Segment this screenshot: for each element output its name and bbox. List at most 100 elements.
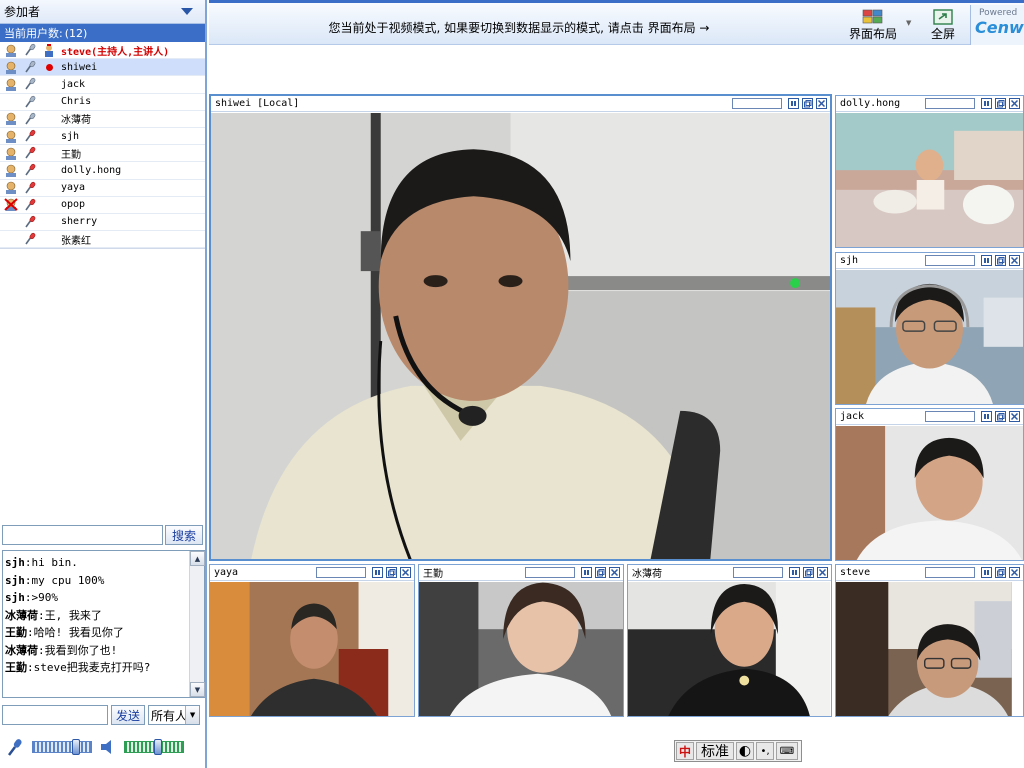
video-window-sjh[interactable]: sjh	[835, 252, 1024, 405]
user-row-4[interactable]: 冰薄荷	[0, 111, 205, 128]
restore-icon[interactable]	[995, 98, 1006, 109]
close-icon[interactable]	[816, 98, 827, 109]
minimize-icon[interactable]	[788, 98, 799, 109]
video-window-wangqin[interactable]: 王勤	[418, 564, 624, 717]
close-icon[interactable]	[1009, 567, 1020, 578]
webcam-icon[interactable]	[3, 43, 19, 57]
webcam-icon[interactable]	[3, 163, 19, 177]
video-titlebar[interactable]: 冰薄荷	[628, 565, 831, 581]
restore-icon[interactable]	[803, 567, 814, 578]
microphone-icon[interactable]	[22, 43, 38, 57]
minimize-icon[interactable]	[981, 567, 992, 578]
video-titlebar[interactable]: 王勤	[419, 565, 623, 581]
webcam-icon[interactable]	[3, 215, 19, 229]
chat-scrollbar[interactable]: ▲ ▼	[189, 551, 205, 697]
chevron-down-icon[interactable]: ▼	[906, 19, 911, 27]
microphone-icon[interactable]	[6, 737, 26, 757]
user-row-0[interactable]: steve(主持人,主讲人)	[0, 42, 205, 60]
layout-button[interactable]: 界面布局	[849, 9, 897, 42]
punctuation-icon[interactable]: •‚	[756, 742, 774, 760]
video-window-yaya[interactable]: yaya	[209, 564, 415, 717]
microphone-icon[interactable]	[22, 95, 38, 109]
search-input[interactable]	[2, 525, 163, 545]
microphone-icon[interactable]	[22, 129, 38, 143]
microphone-icon[interactable]	[22, 112, 38, 126]
microphone-icon[interactable]	[22, 198, 38, 212]
chevron-down-icon[interactable]	[181, 8, 193, 15]
close-icon[interactable]	[817, 567, 828, 578]
minimize-icon[interactable]	[981, 411, 992, 422]
minimize-icon[interactable]	[372, 567, 383, 578]
microphone-icon[interactable]	[22, 146, 38, 160]
user-row-11[interactable]: 张素红	[0, 231, 205, 249]
chat-input[interactable]	[2, 705, 108, 725]
user-row-7[interactable]: dolly.hong	[0, 162, 205, 180]
video-window-main[interactable]: shiwei [Local]	[209, 94, 832, 561]
user-row-8[interactable]: yaya	[0, 180, 205, 197]
user-row-5[interactable]: sjh	[0, 128, 205, 146]
user-row-9[interactable]: opop	[0, 197, 205, 214]
chat-log[interactable]: sjh:hi bin. sjh:my cpu 100% sjh:>90% 冰薄荷:王,…	[2, 550, 205, 698]
webcam-icon[interactable]	[3, 129, 19, 143]
user-row-3[interactable]: Chris	[0, 94, 205, 111]
video-titlebar[interactable]: shiwei [Local]	[211, 96, 830, 112]
video-window-dolly[interactable]: dolly.hong	[835, 95, 1024, 248]
recipient-select[interactable]: 所有人 ▼	[148, 705, 201, 725]
microphone-icon[interactable]	[22, 163, 38, 177]
video-titlebar[interactable]: steve	[836, 565, 1023, 581]
fullscreen-button[interactable]: 全屏	[931, 9, 955, 42]
camera-off-icon[interactable]	[3, 198, 19, 212]
webcam-icon[interactable]	[3, 77, 19, 91]
ime-mode[interactable]: 标准	[696, 742, 734, 760]
minimize-icon[interactable]	[981, 255, 992, 266]
speaker-icon[interactable]	[98, 737, 118, 757]
user-row-2[interactable]: jack	[0, 76, 205, 94]
video-titlebar[interactable]: jack	[836, 409, 1023, 425]
close-icon[interactable]	[1009, 411, 1020, 422]
user-row-6[interactable]: 王勤	[0, 145, 205, 163]
restore-icon[interactable]	[995, 255, 1006, 266]
webcam-icon[interactable]	[3, 181, 19, 195]
restore-icon[interactable]	[995, 411, 1006, 422]
chevron-down-icon[interactable]: ▼	[185, 706, 200, 724]
mic-volume-slider[interactable]	[32, 739, 92, 755]
video-window-jack[interactable]: jack	[835, 408, 1024, 561]
webcam-icon[interactable]	[3, 112, 19, 126]
microphone-icon[interactable]	[22, 215, 38, 229]
microphone-icon[interactable]	[22, 181, 38, 195]
webcam-icon[interactable]	[3, 146, 19, 160]
restore-icon[interactable]	[386, 567, 397, 578]
restore-icon[interactable]	[595, 567, 606, 578]
speaker-volume-handle[interactable]	[153, 739, 162, 755]
microphone-icon[interactable]	[22, 232, 38, 246]
user-row-1[interactable]: shiwei	[0, 59, 205, 77]
video-titlebar[interactable]: dolly.hong	[836, 96, 1023, 112]
webcam-icon[interactable]	[3, 60, 19, 74]
webcam-icon[interactable]	[3, 95, 19, 109]
close-icon[interactable]	[400, 567, 411, 578]
webcam-icon[interactable]	[3, 232, 19, 246]
video-titlebar[interactable]: yaya	[210, 565, 414, 581]
restore-icon[interactable]	[995, 567, 1006, 578]
minimize-icon[interactable]	[981, 98, 992, 109]
scroll-down-icon[interactable]: ▼	[190, 682, 205, 697]
keyboard-icon[interactable]: ⌨	[776, 742, 798, 760]
video-window-bingbohe[interactable]: 冰薄荷	[627, 564, 832, 717]
video-titlebar[interactable]: sjh	[836, 253, 1023, 269]
mic-volume-handle[interactable]	[72, 739, 80, 755]
microphone-icon[interactable]	[22, 60, 38, 74]
restore-icon[interactable]	[802, 98, 813, 109]
ime-toolbar[interactable]: 中 标准 ◐ •‚ ⌨	[674, 740, 802, 762]
ime-logo[interactable]: 中	[676, 742, 694, 760]
send-button[interactable]: 发送	[111, 705, 146, 725]
minimize-icon[interactable]	[789, 567, 800, 578]
speaker-volume-slider[interactable]	[124, 739, 184, 755]
close-icon[interactable]	[1009, 98, 1020, 109]
search-button[interactable]: 搜索	[164, 525, 203, 545]
microphone-icon[interactable]	[22, 77, 38, 91]
minimize-icon[interactable]	[581, 567, 592, 578]
video-window-steve[interactable]: steve	[835, 564, 1024, 717]
user-row-10[interactable]: sherry	[0, 214, 205, 232]
participants-header[interactable]: 参加者	[0, 0, 205, 24]
close-icon[interactable]	[609, 567, 620, 578]
